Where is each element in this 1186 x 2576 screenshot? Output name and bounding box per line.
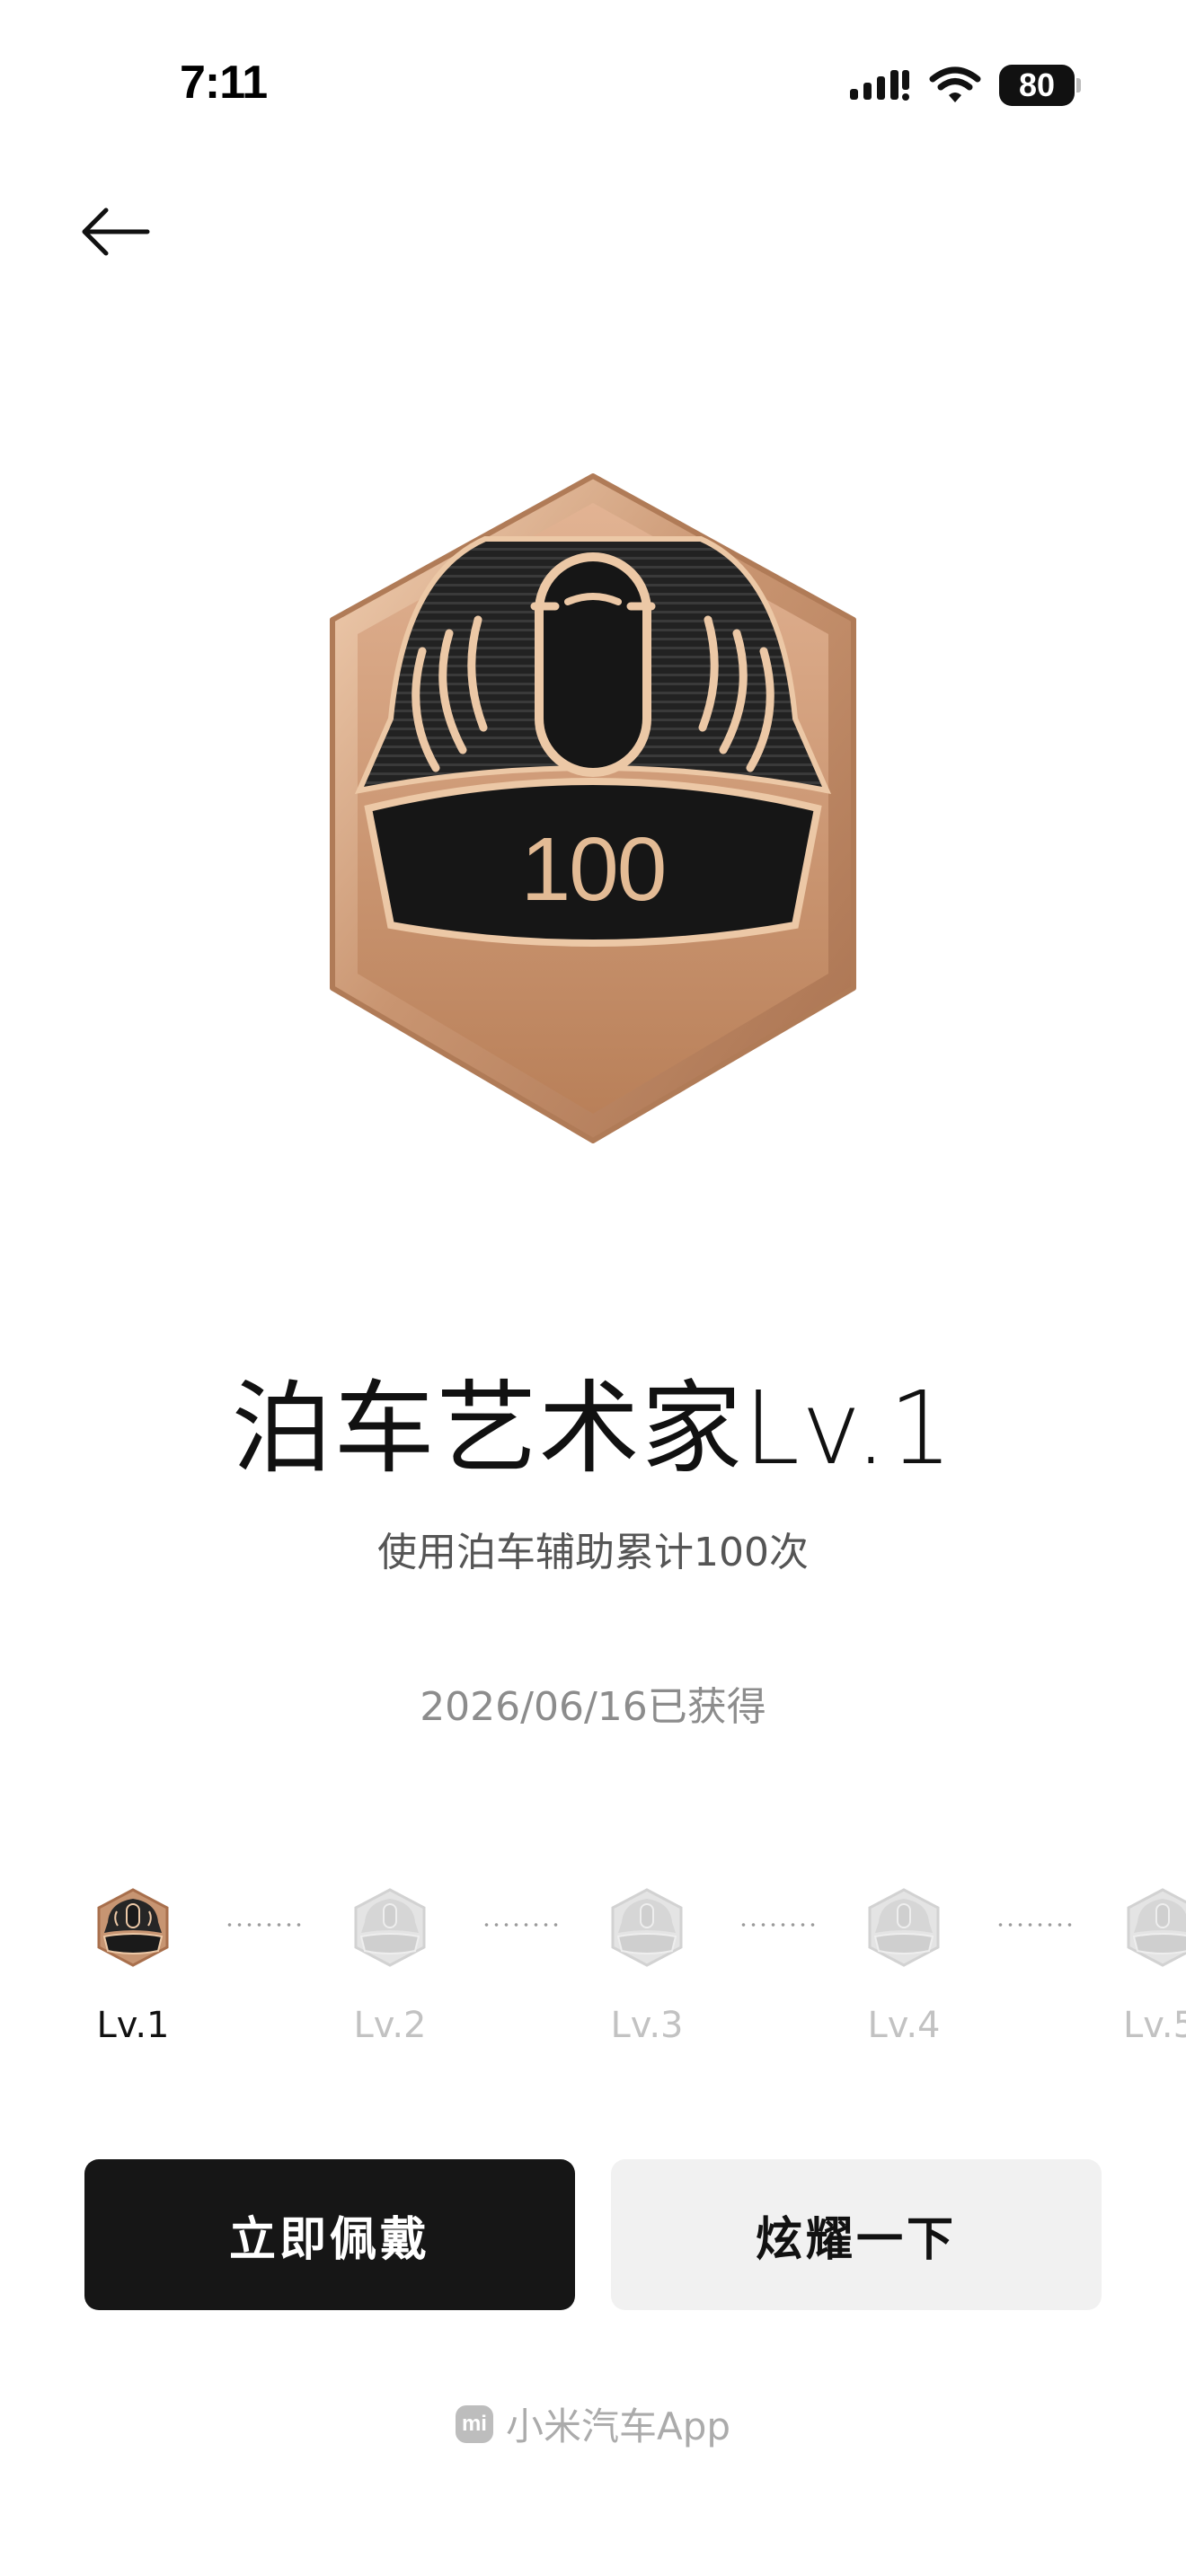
level-item-5[interactable]: Lv.5 [1107,1886,1186,2046]
level-label: Lv.5 [1123,2005,1186,2046]
obtained-date: 2026/06/16已获得 [420,1684,766,1730]
level-item-4[interactable]: Lv.4 [850,1886,958,2046]
badge-thumbnail-locked-icon [1127,1888,1186,1967]
level-label: Lv.3 [610,2005,684,2046]
level-connector [225,1922,305,1931]
level-connector [739,1922,819,1931]
arrow-left-icon [82,207,150,256]
status-time: 7:11 [180,57,268,109]
badge-detail-page: 7:11 80 100 泊车艺术家Lv.1 使用泊车辅助累计100次 2026/… [0,0,1186,2576]
wear-now-button[interactable]: 立即佩戴 [84,2159,575,2310]
app-footer: mi 小米汽车App [0,2396,1186,2451]
badge-thumbnail-locked-icon [868,1888,940,1967]
level-connector [482,1922,562,1931]
badge-number: 100 [521,819,666,920]
app-name: 小米汽车App [505,2404,731,2448]
level-label: Lv.2 [353,2005,427,2046]
cellular-signal-icon [850,70,909,101]
level-label: Lv.1 [96,2005,170,2046]
badge-thumbnail-icon [97,1888,169,1967]
level-item-3[interactable]: Lv.3 [593,1886,701,2046]
level-item-1[interactable]: Lv.1 [79,1886,187,2046]
level-connector [996,1922,1076,1931]
level-item-2[interactable]: Lv.2 [336,1886,444,2046]
badge-image: 100 [279,458,907,1159]
battery-indicator: 80 [999,65,1081,106]
badge-thumbnail-locked-icon [354,1888,426,1967]
back-button[interactable] [79,196,160,268]
show-off-button[interactable]: 炫耀一下 [611,2159,1102,2310]
badge-thumbnail-locked-icon [611,1888,683,1967]
badge-description: 使用泊车辅助累计100次 [377,1530,809,1575]
wifi-icon [929,66,981,102]
level-selector: Lv.1 Lv.2 Lv.3 Lv.4 Lv.5 [0,1886,1186,2084]
badge-title: 泊车艺术家Lv.1 [231,1371,955,1487]
status-bar-icons: 80 [848,63,1081,108]
xiaomi-logo-icon: mi [455,2404,493,2443]
level-label: Lv.4 [867,2005,941,2046]
